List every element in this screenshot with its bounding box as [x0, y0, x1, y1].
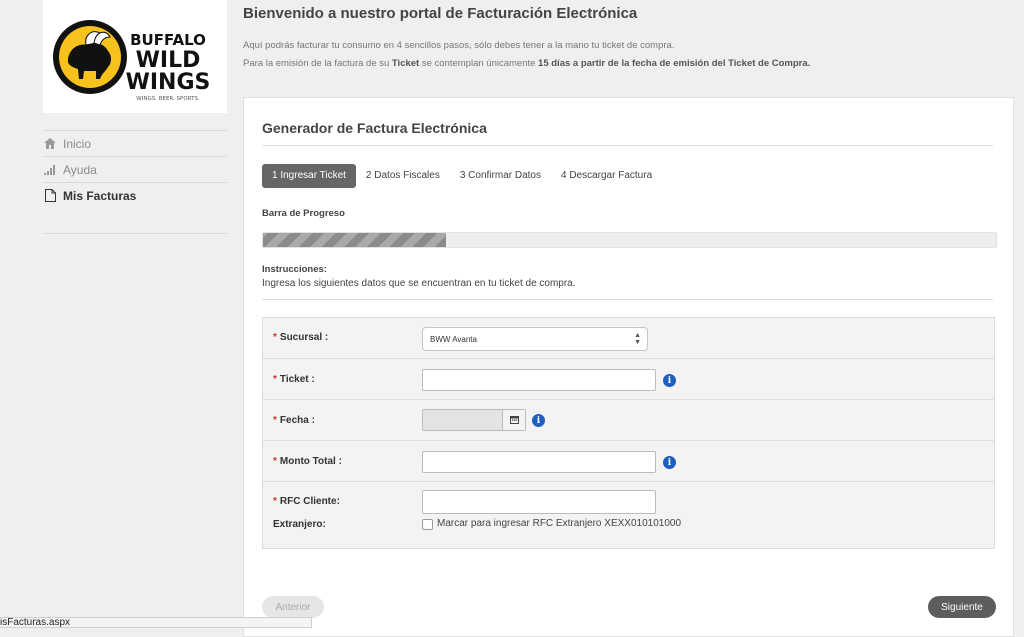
instructions-label: Instrucciones:: [262, 264, 327, 275]
info-icon[interactable]: i: [663, 456, 676, 469]
form-row-ticket: * Ticket : i: [263, 358, 994, 400]
required-mark: *: [273, 496, 277, 507]
sucursal-label: * Sucursal :: [273, 332, 328, 343]
calendar-icon: [509, 411, 519, 429]
validity-bold-ticket: Ticket: [391, 58, 420, 69]
instructions-divider: [262, 299, 993, 300]
brand-logo[interactable]: BUFFALO WILD WINGS WINGS. BEER. SPORTS.: [43, 0, 227, 113]
tab-ingresar-ticket[interactable]: 1 Ingresar Ticket: [262, 164, 356, 188]
logo-tagline: WINGS. BEER. SPORTS.: [136, 96, 200, 102]
rfc-label: * RFC Cliente:: [273, 496, 340, 507]
logo-word-3: WINGS: [126, 70, 211, 95]
progress-label: Barra de Progreso: [262, 208, 345, 219]
document-icon: [43, 189, 57, 203]
tab-datos-fiscales[interactable]: 2 Datos Fiscales: [356, 164, 450, 188]
monto-total-input[interactable]: [422, 451, 656, 473]
anterior-button[interactable]: Anterior: [262, 596, 324, 618]
required-mark: *: [273, 456, 277, 467]
sidebar-item-label: Ayuda: [63, 162, 97, 177]
sucursal-selected-value: BWW Avanta: [430, 334, 477, 344]
extranjero-label: Extranjero:: [273, 519, 326, 530]
required-mark: *: [273, 374, 277, 385]
tab-confirmar-datos[interactable]: 3 Confirmar Datos: [450, 164, 551, 188]
ticket-form: * Sucursal : BWW Avanta ▲ ▼ * Ticket : i * F…: [262, 317, 995, 549]
sidebar-divider: [43, 233, 227, 234]
validity-text-2: se contemplan únicamente: [419, 58, 539, 69]
signal-bars-icon: [43, 163, 57, 177]
home-icon: [43, 137, 57, 151]
monto-label-text: Monto Total :: [279, 456, 342, 467]
validity-bold-days: 15 días a partir de la fecha de emisión …: [538, 58, 811, 69]
ticket-label-text: Ticket :: [279, 374, 315, 385]
card-divider: [262, 145, 993, 146]
form-row-monto: * Monto Total : i: [263, 440, 994, 482]
ticket-input[interactable]: [422, 369, 656, 391]
progress-fill: [263, 233, 447, 247]
validity-text-1: Para la emisión de la factura de su: [243, 58, 392, 69]
sidebar-item-label: Mis Facturas: [63, 188, 137, 203]
calendar-button[interactable]: [502, 410, 525, 430]
page-title: Bienvenido a nuestro portal de Facturaci…: [243, 5, 638, 22]
progress-bar: [262, 232, 997, 248]
step-tabs: 1 Ingresar Ticket 2 Datos Fiscales 3 Con…: [262, 164, 662, 188]
browser-status-bar: isFacturas.aspx: [0, 617, 312, 628]
form-row-sucursal: * Sucursal : BWW Avanta ▲ ▼: [263, 318, 994, 359]
info-icon[interactable]: i: [532, 414, 545, 427]
rfc-label-text: RFC Cliente:: [279, 496, 340, 507]
card-title: Generador de Factura Electrónica: [262, 120, 487, 136]
tab-descargar-factura[interactable]: 4 Descargar Factura: [551, 164, 662, 188]
required-mark: *: [273, 415, 277, 426]
fecha-input[interactable]: [423, 410, 502, 430]
logo-word-1: BUFFALO: [130, 31, 206, 49]
info-icon[interactable]: i: [663, 374, 676, 387]
rfc-cliente-input[interactable]: [422, 490, 656, 514]
sidebar-item-mis-facturas[interactable]: Mis Facturas: [43, 182, 227, 208]
intro-text: Aquí podrás facturar tu consumo en 4 sen…: [243, 40, 675, 51]
ticket-label: * Ticket :: [273, 374, 315, 385]
sidebar-item-ayuda[interactable]: Ayuda: [43, 156, 227, 182]
monto-label: * Monto Total :: [273, 456, 342, 467]
sucursal-select[interactable]: BWW Avanta ▲ ▼: [422, 327, 648, 351]
form-row-rfc: * RFC Cliente: Extranjero: Marcar para in…: [263, 481, 994, 549]
extranjero-checkbox[interactable]: [422, 519, 433, 530]
fecha-field: [422, 409, 526, 431]
form-row-fecha: * Fecha : i: [263, 399, 994, 441]
buffalo-wild-wings-logo: BUFFALO WILD WINGS WINGS. BEER. SPORTS.: [53, 19, 211, 102]
sucursal-label-text: Sucursal :: [279, 332, 329, 343]
required-mark: *: [273, 332, 277, 343]
fecha-label-text: Fecha :: [279, 415, 315, 426]
validity-notice: Para la emisión de la factura de su Tick…: [243, 58, 810, 69]
sidebar-item-inicio[interactable]: Inicio: [43, 130, 227, 156]
sidebar-nav: Inicio Ayuda Mis Facturas: [43, 130, 227, 234]
invoice-generator-card: Generador de Factura Electrónica 1 Ingre…: [243, 97, 1014, 637]
select-arrows-icon: ▲ ▼: [634, 332, 641, 346]
sidebar-item-label: Inicio: [63, 136, 92, 151]
fecha-label: * Fecha :: [273, 415, 315, 426]
siguiente-button[interactable]: Siguiente: [928, 596, 996, 618]
extranjero-checkbox-label: Marcar para ingresar RFC Extranjero XEXX…: [437, 518, 682, 529]
instructions-text: Ingresa los siguientes datos que se encu…: [262, 278, 576, 289]
